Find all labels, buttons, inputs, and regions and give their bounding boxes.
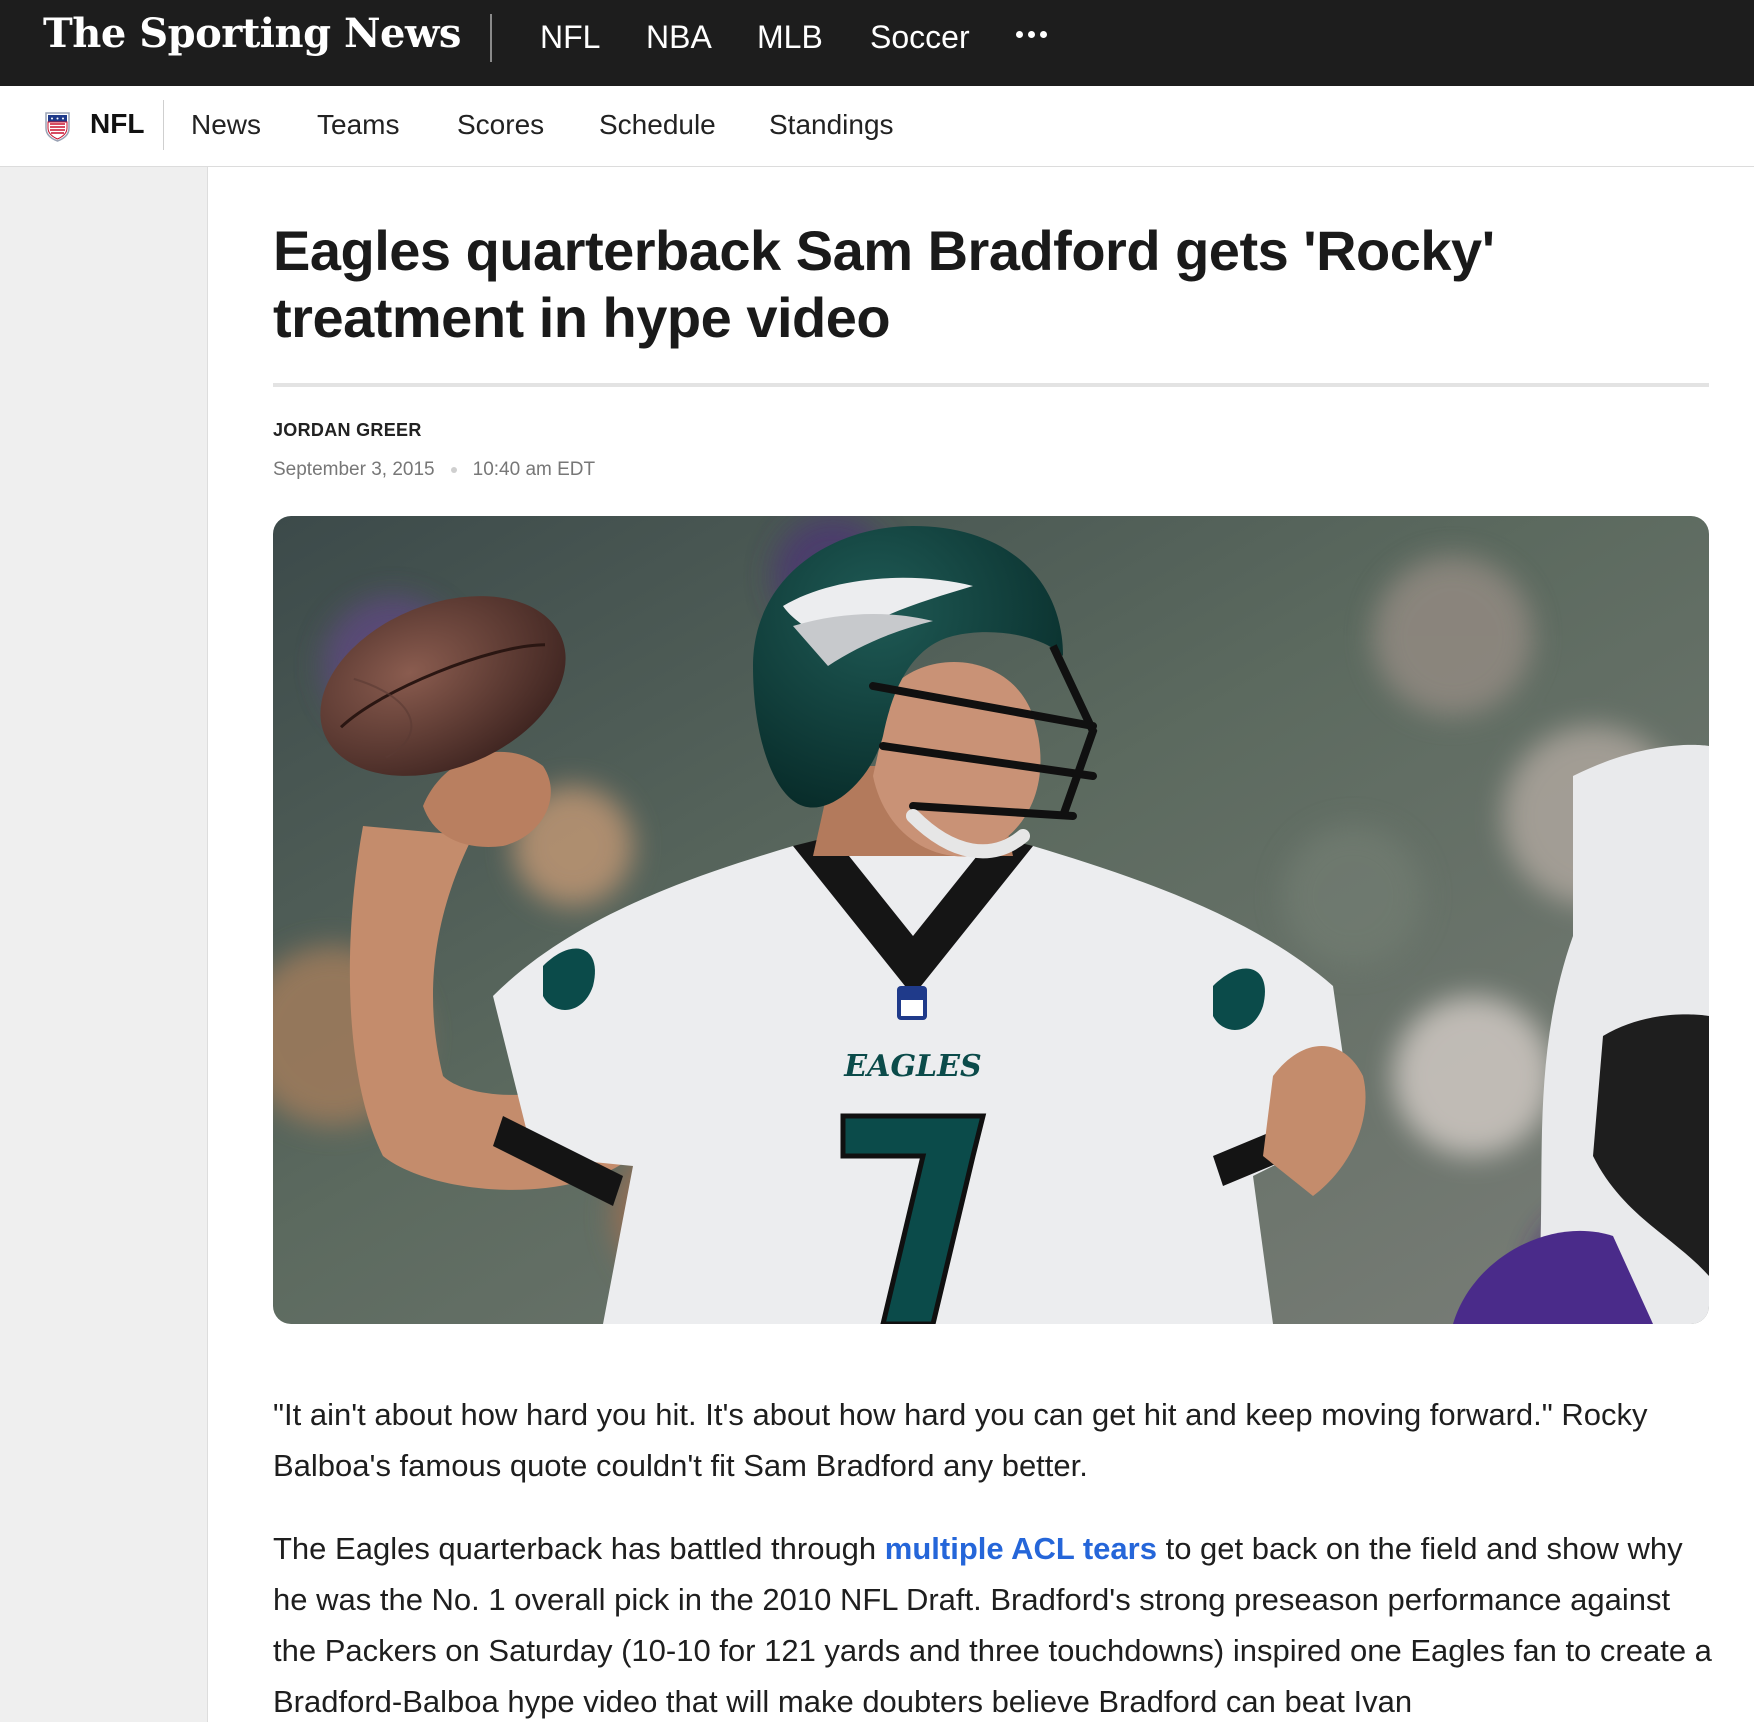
nav-item-mlb[interactable]: MLB [757,19,823,56]
site-logo[interactable]: The Sporting News [43,10,461,57]
subnav-divider [163,100,164,150]
acl-tears-link[interactable]: multiple ACL tears [885,1531,1157,1566]
section-subnav: NFL News Teams Scores Schedule Standings [0,86,1754,167]
article-paragraph: "It ain't about how hard you hit. It's a… [273,1397,1648,1483]
publish-date: September 3, 2015 [273,459,435,480]
subnav-item-teams[interactable]: Teams [317,109,399,141]
top-navigation-bar: The Sporting News NFL NBA MLB Soccer [0,0,1754,86]
paragraph-text: The Eagles quarterback has battled throu… [273,1531,885,1566]
article-headline: Eagles quarterback Sam Bradford gets 'Ro… [273,219,1495,349]
nav-item-nba[interactable]: NBA [646,19,712,56]
svg-text:EAGLES: EAGLES [843,1049,981,1084]
article-paragraph: The Eagles quarterback has battled throu… [273,1523,1713,1722]
hero-image: EAGLES [273,516,1709,1324]
quarterback-photo: EAGLES [273,516,1709,1324]
nfl-shield-icon [45,112,70,142]
nav-item-soccer[interactable]: Soccer [870,19,970,56]
nav-divider [490,14,492,62]
section-label[interactable]: NFL [90,108,144,140]
article-container: Eagles quarterback Sam Bradford gets 'Ro… [207,167,1754,1722]
subnav-item-scores[interactable]: Scores [457,109,544,141]
subnav-item-news[interactable]: News [191,109,261,141]
separator-dot [450,467,457,473]
headline-divider [273,383,1709,387]
nav-item-nfl[interactable]: NFL [540,19,600,56]
subnav-item-schedule[interactable]: Schedule [599,109,716,141]
publish-dateline: September 3, 2015 10:40 am EDT [273,459,595,481]
author-name[interactable]: JORDAN GREER [273,420,422,441]
more-horizontal-icon[interactable] [1016,31,1047,38]
publish-time: 10:40 am EDT [472,459,596,480]
subnav-item-standings[interactable]: Standings [769,109,894,141]
